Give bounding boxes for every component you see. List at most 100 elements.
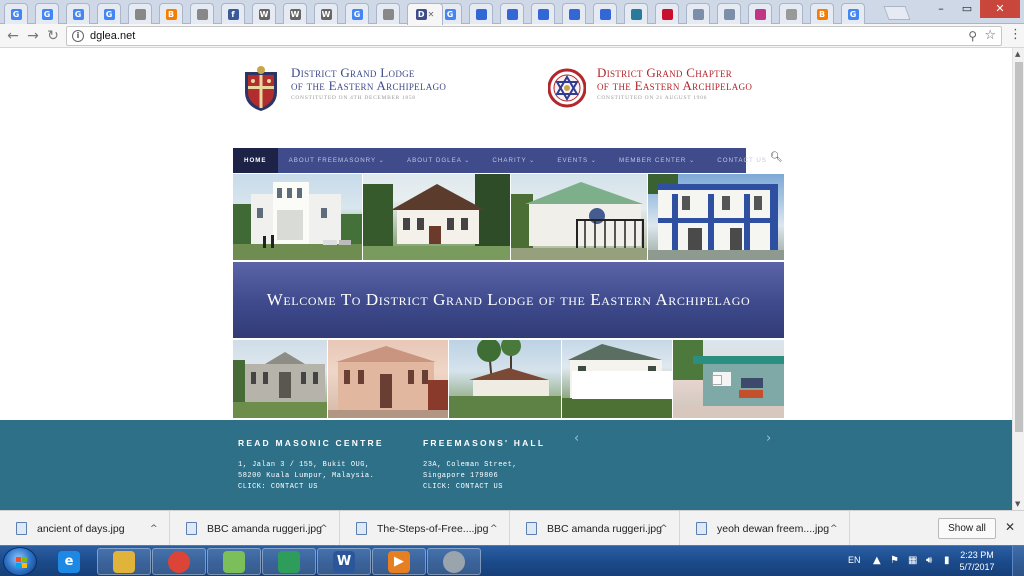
show-desktop-button[interactable]: [1012, 546, 1024, 576]
start-button[interactable]: [3, 547, 37, 576]
taskbar-app[interactable]: [427, 548, 481, 575]
taskbar-app[interactable]: ▶: [372, 548, 426, 575]
taskbar-app[interactable]: W: [317, 548, 371, 575]
lodge-logo[interactable]: District Grand Lodge of the Eastern Arch…: [242, 66, 446, 112]
close-tab-icon[interactable]: ✕: [428, 10, 435, 19]
info-icon[interactable]: i: [72, 30, 84, 42]
close-downloads-icon[interactable]: ✕: [1005, 520, 1015, 534]
centre2-contact-link[interactable]: CLICK: CONTACT US: [423, 482, 545, 493]
download-item[interactable]: The-Steps-of-Free....jpg ^: [340, 511, 510, 546]
download-item[interactable]: ancient of days.jpg ^: [0, 511, 170, 546]
scroll-down-icon[interactable]: ▼: [1015, 500, 1020, 508]
language-indicator[interactable]: EN: [848, 555, 861, 565]
taskbar-app[interactable]: e: [42, 548, 96, 575]
scroll-thumb[interactable]: [1015, 62, 1023, 432]
system-clock[interactable]: 2:23 PM 5/7/2017: [957, 549, 997, 573]
page-scrollbar[interactable]: ▲ ▼: [1012, 48, 1024, 510]
browser-tab[interactable]: B: [810, 3, 834, 24]
browser-tab[interactable]: [376, 3, 400, 24]
search-zoom-icon[interactable]: ⚲: [968, 29, 977, 43]
browser-tab[interactable]: D ✕: [407, 3, 443, 25]
chapter-logo[interactable]: District Grand Chapter of the Eastern Ar…: [548, 66, 752, 110]
word-icon: W: [333, 550, 355, 573]
network-icon[interactable]: ▦: [908, 555, 917, 566]
browser-tab[interactable]: [717, 3, 741, 24]
blogger-icon: B: [816, 8, 828, 20]
bookmark-star-icon[interactable]: ☆: [984, 28, 996, 43]
slider-prev-icon[interactable]: ‹: [574, 431, 579, 446]
browser-tab[interactable]: [655, 3, 679, 24]
centre1-contact-link[interactable]: CLICK: CONTACT US: [238, 482, 384, 493]
read-masonic-centre-block: Read Masonic Centre 1, Jalan 3 / 155, Bu…: [238, 438, 384, 493]
reload-icon[interactable]: ↻: [44, 27, 62, 45]
browser-tab[interactable]: G: [4, 3, 28, 24]
browser-tab[interactable]: f: [221, 3, 245, 24]
taskbar-app[interactable]: [207, 548, 261, 575]
browser-tab[interactable]: W: [283, 3, 307, 24]
nav-item[interactable]: Charity ⌄: [481, 148, 546, 173]
close-window-icon[interactable]: ✕: [980, 0, 1020, 18]
flag-notification-icon[interactable]: ⚑: [890, 555, 899, 566]
tray-expand-icon[interactable]: ▲: [873, 555, 881, 566]
chevron-up-icon[interactable]: ^: [320, 524, 328, 534]
browser-tab[interactable]: B: [159, 3, 183, 24]
slider-next-icon[interactable]: ›: [766, 431, 771, 446]
browser-tab[interactable]: [190, 3, 214, 24]
search-icon[interactable]: 🔍︎: [770, 152, 783, 163]
page-icon: [537, 8, 549, 20]
browser-tab[interactable]: G: [97, 3, 121, 24]
wikipedia-icon: W: [289, 8, 301, 20]
browser-tab[interactable]: G: [345, 3, 369, 24]
minimize-icon[interactable]: –: [928, 0, 954, 18]
browser-tab[interactable]: [531, 3, 555, 24]
forward-arrow-icon[interactable]: →: [24, 27, 42, 45]
browser-tab[interactable]: [624, 3, 648, 24]
taskbar-app[interactable]: [152, 548, 206, 575]
maximize-icon[interactable]: ▭: [954, 0, 980, 18]
show-all-button[interactable]: Show all: [938, 518, 996, 539]
taskbar-app[interactable]: [97, 548, 151, 575]
chevron-up-icon[interactable]: ^: [830, 524, 838, 534]
chevron-up-icon[interactable]: ^: [150, 524, 158, 534]
new-tab-button[interactable]: [883, 6, 911, 20]
file-explorer-icon: [113, 550, 135, 573]
chevron-up-icon[interactable]: ^: [490, 524, 498, 534]
address-bar[interactable]: i dglea.net ⚲ ☆: [66, 26, 1002, 46]
nav-item[interactable]: About DGLEA ⌄: [396, 148, 481, 173]
volume-icon[interactable]: 🔊︎: [926, 555, 932, 566]
browser-tab[interactable]: [686, 3, 710, 24]
nav-item[interactable]: Home: [233, 148, 278, 173]
nav-item[interactable]: Events ⌄: [546, 148, 608, 173]
browser-tab[interactable]: [128, 3, 152, 24]
browser-tab[interactable]: [500, 3, 524, 24]
browser-tab[interactable]: [748, 3, 772, 24]
browser-tab[interactable]: [562, 3, 586, 24]
browser-tab[interactable]: W: [314, 3, 338, 24]
browser-tab[interactable]: G: [35, 3, 59, 24]
browser-tab[interactable]: W: [252, 3, 276, 24]
centre2-address-line2: Singapore 179806: [423, 472, 499, 480]
browser-tab[interactable]: [469, 3, 493, 24]
instagram-icon: [785, 8, 797, 20]
scroll-up-icon[interactable]: ▲: [1015, 50, 1020, 58]
nav-item[interactable]: Contact Us: [706, 148, 778, 173]
browser-tab[interactable]: [593, 3, 617, 24]
download-filename: ancient of days.jpg: [37, 522, 125, 535]
chevron-up-icon[interactable]: ^: [660, 524, 668, 534]
browser-tab[interactable]: G: [841, 3, 865, 24]
browser-tab[interactable]: [779, 3, 803, 24]
taskbar-app[interactable]: [262, 548, 316, 575]
nav-item[interactable]: About Freemasonry ⌄: [278, 148, 396, 173]
back-arrow-icon[interactable]: ←: [4, 27, 22, 45]
menu-dots-icon[interactable]: ⋮: [1009, 27, 1022, 42]
nav-item[interactable]: Member Center ⌄: [608, 148, 706, 173]
download-item[interactable]: BBC amanda ruggeri.jpg ^: [510, 511, 680, 546]
google-icon: G: [847, 8, 859, 20]
clock-time: 2:23 PM: [960, 550, 994, 560]
browser-tab[interactable]: G: [66, 3, 90, 24]
download-item[interactable]: yeoh dewan freem....jpg ^: [680, 511, 850, 546]
download-item[interactable]: BBC amanda ruggeri.jpg ^: [170, 511, 340, 546]
url-text[interactable]: dglea.net: [90, 30, 135, 42]
hall-interior-photo: [673, 340, 784, 418]
power-icon[interactable]: ▮: [944, 555, 950, 566]
